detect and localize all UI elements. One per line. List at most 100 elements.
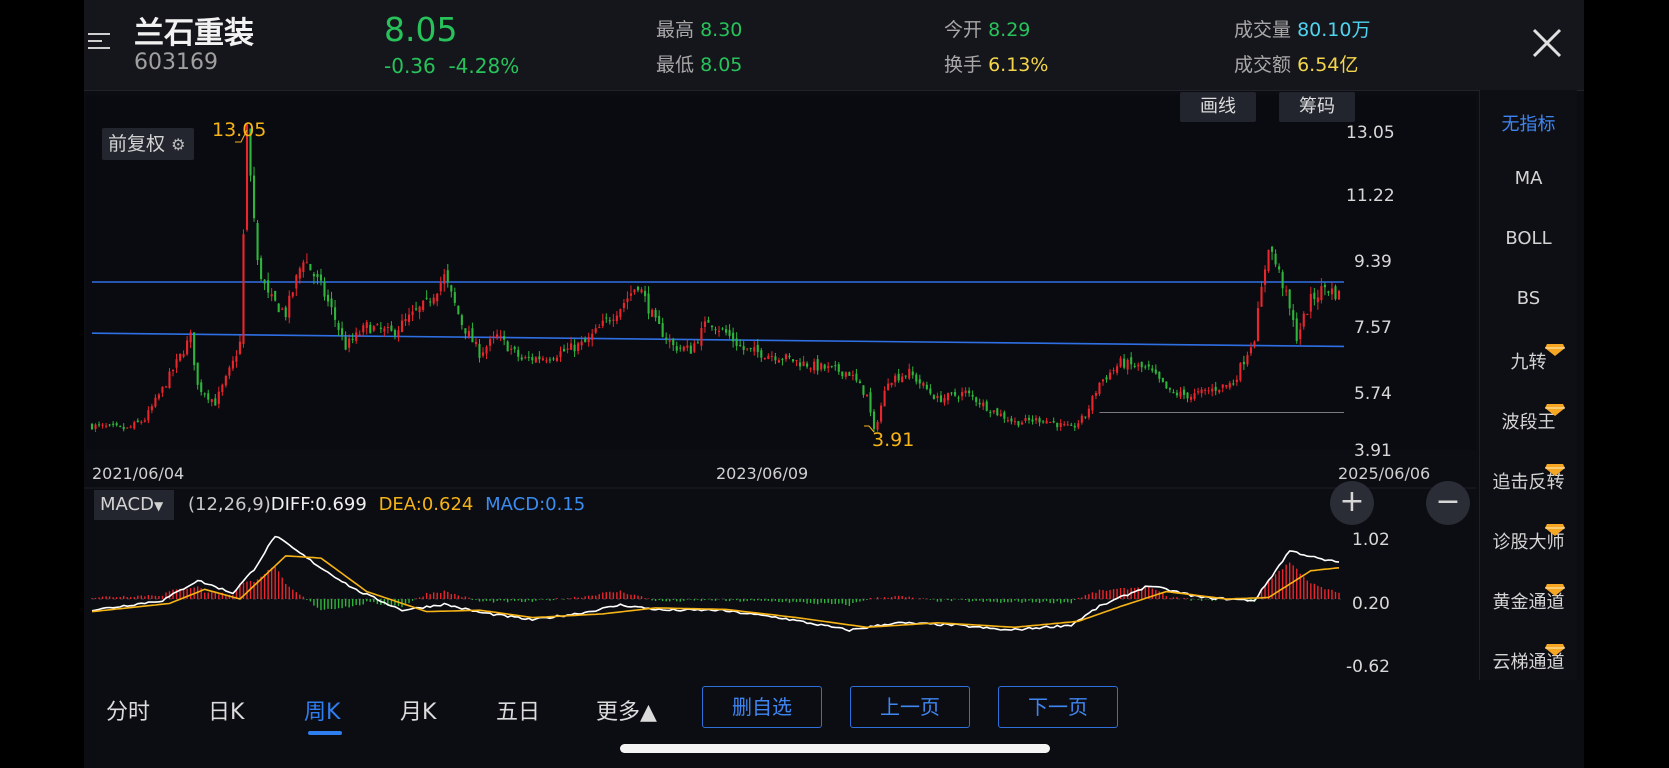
- prev-page-button[interactable]: 上一页: [850, 686, 970, 728]
- tab-monthly[interactable]: 月K: [400, 694, 436, 726]
- candle-body: [337, 322, 340, 330]
- candle-body: [806, 363, 809, 367]
- vip-diamond-icon: [1545, 644, 1565, 656]
- indicator-bs[interactable]: BS: [1480, 288, 1577, 309]
- y-tick-4: 7.57: [1354, 318, 1392, 338]
- candle: [274, 290, 277, 302]
- candle: [1334, 284, 1337, 301]
- candle-body: [665, 337, 668, 340]
- candle-body: [1052, 421, 1055, 423]
- candle-body: [425, 297, 428, 299]
- candle-body: [1123, 358, 1126, 368]
- y-tick-3: 9.39: [1354, 252, 1392, 272]
- tab-more[interactable]: 更多▲: [596, 694, 657, 726]
- candle-body: [756, 344, 759, 352]
- candle-body: [1010, 418, 1013, 422]
- y-tick-6: 3.91: [1354, 441, 1392, 461]
- candle-body: [288, 295, 291, 318]
- candle-body: [136, 420, 139, 422]
- candle-body: [710, 325, 714, 328]
- chips-button[interactable]: 筹码: [1279, 92, 1355, 122]
- candle-body: [376, 324, 379, 326]
- tab-weekly[interactable]: 周K: [304, 694, 340, 726]
- candle-body: [400, 320, 404, 332]
- macd-y-tick-2: 0.20: [1352, 594, 1390, 614]
- candle-body: [1126, 359, 1129, 370]
- candle-body: [1020, 422, 1024, 425]
- remove-watchlist-button[interactable]: 删自选: [702, 686, 822, 728]
- candle-body: [700, 328, 703, 346]
- candle-body: [1179, 391, 1182, 397]
- candle-body: [911, 371, 914, 376]
- tab-fenshi[interactable]: 分时: [106, 694, 150, 726]
- candle-body: [224, 375, 227, 386]
- candle-body: [636, 286, 640, 291]
- candle-body: [658, 316, 661, 325]
- candle-body: [326, 294, 330, 302]
- candle-body: [207, 393, 210, 400]
- candle-body: [203, 393, 206, 395]
- tab-five-day[interactable]: 五日: [496, 694, 540, 726]
- candle-body: [777, 360, 780, 363]
- candle-body: [531, 357, 534, 361]
- candle-body: [647, 293, 650, 314]
- min-price-label: 3.91: [872, 429, 914, 451]
- candle-body: [101, 424, 104, 426]
- candle-body: [221, 384, 224, 393]
- candle-body: [1080, 415, 1083, 423]
- candle-body: [168, 371, 171, 389]
- adjust-selector[interactable]: 前复权 ⚙: [102, 128, 194, 160]
- candle-body: [668, 340, 671, 342]
- candle-body: [390, 325, 393, 331]
- candle-body: [1024, 417, 1027, 421]
- candle-body: [1006, 420, 1009, 422]
- candle-body: [383, 328, 386, 332]
- candle-body: [231, 360, 234, 369]
- candle-body: [316, 274, 319, 278]
- candle-body: [418, 306, 421, 313]
- candle-body: [890, 382, 893, 386]
- candle-body: [675, 346, 678, 351]
- candle-body: [957, 397, 960, 399]
- candle-body: [126, 427, 129, 429]
- candle-body: [471, 328, 474, 343]
- candle-body: [97, 424, 101, 426]
- macd-selector-label: MACD: [100, 494, 154, 515]
- candle-body: [1045, 420, 1048, 424]
- candle-body: [1101, 379, 1105, 382]
- candle-body: [739, 345, 742, 347]
- indicator-none[interactable]: 无指标: [1480, 110, 1577, 136]
- tab-daily[interactable]: 日K: [208, 694, 244, 726]
- candle-body: [608, 320, 611, 322]
- candle-body: [717, 330, 721, 332]
- candle-body: [193, 332, 196, 366]
- candle-body: [707, 320, 710, 323]
- candle: [260, 255, 263, 282]
- candle-body: [1042, 421, 1045, 423]
- candle-body: [393, 330, 396, 336]
- next-page-button[interactable]: 下一页: [998, 686, 1118, 728]
- indicator-ma[interactable]: MA: [1480, 168, 1577, 189]
- candle: [1239, 362, 1242, 383]
- macd-selector[interactable]: MACD▼: [94, 490, 174, 520]
- vip-diamond-icon: [1545, 584, 1565, 596]
- candle-body: [1070, 424, 1073, 426]
- draw-line-button[interactable]: 画线: [1180, 92, 1256, 122]
- candle-body: [1228, 383, 1231, 388]
- kline-chart[interactable]: 13.05 3.91 13.05 11.22 9.39 7.57 5.74 3.…: [84, 0, 1479, 680]
- candle-body: [112, 423, 115, 425]
- candle-body: [407, 314, 411, 322]
- candle-body: [351, 338, 354, 340]
- indicator-boll[interactable]: BOLL: [1480, 228, 1577, 249]
- candle: [277, 302, 280, 313]
- candle-body: [894, 375, 897, 383]
- zoom-out-button[interactable]: −: [1426, 481, 1470, 525]
- candle-body: [897, 373, 900, 381]
- candle-body: [460, 315, 463, 326]
- close-icon[interactable]: [1530, 26, 1564, 60]
- candle-body: [1035, 418, 1038, 421]
- candle-body: [1214, 386, 1217, 391]
- candle-body: [591, 333, 594, 340]
- candle-body: [291, 292, 294, 297]
- zoom-in-button[interactable]: +: [1330, 481, 1374, 525]
